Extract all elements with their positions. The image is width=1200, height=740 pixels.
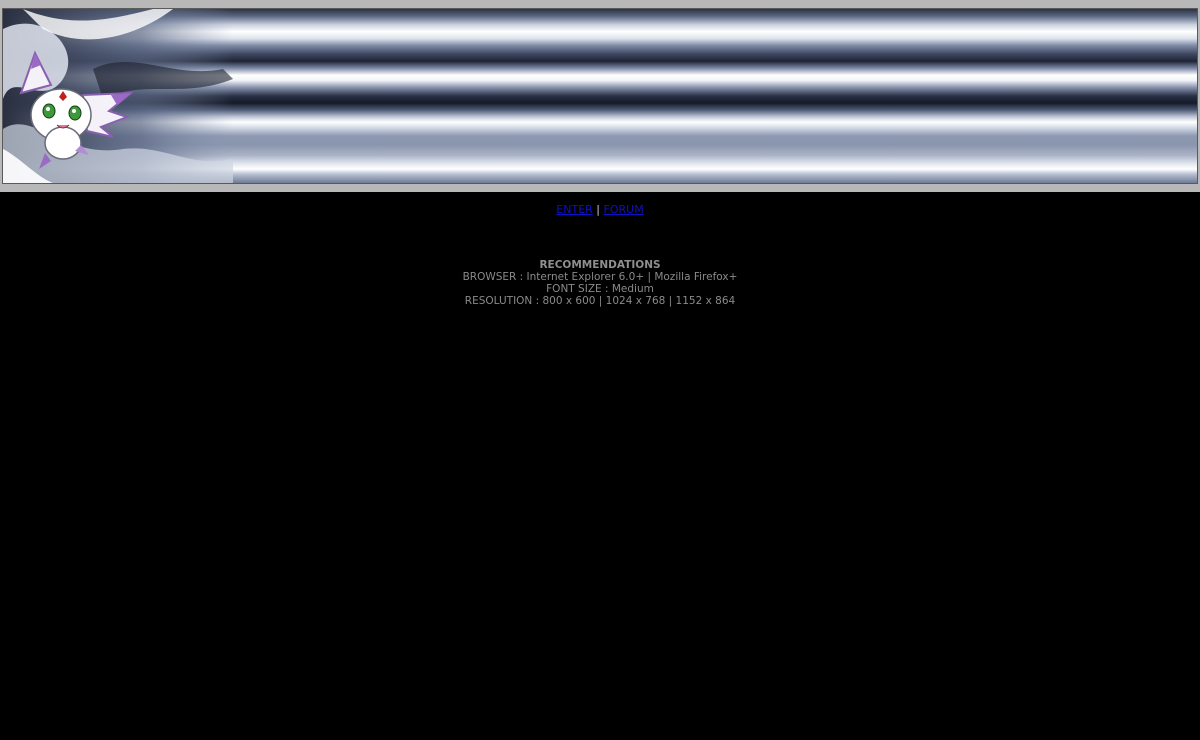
- font-size-recommendation: FONT SIZE : Medium: [546, 283, 654, 295]
- mascot-creature-icon: [19, 50, 134, 169]
- nav-separator: |: [596, 203, 601, 216]
- nav-links: ENTER | FORUM: [0, 203, 1200, 216]
- header-banner: [0, 0, 1200, 192]
- recommendations-block: RECOMMENDATIONS BROWSER : Internet Explo…: [0, 259, 1200, 307]
- forum-link[interactable]: FORUM: [604, 203, 644, 216]
- resolution-recommendation: RESOLUTION : 800 x 600 | 1024 x 768 | 11…: [464, 295, 736, 307]
- recommendations-title: RECOMMENDATIONS: [539, 259, 661, 271]
- browser-recommendation: BROWSER : Internet Explorer 6.0+ | Mozil…: [462, 271, 738, 283]
- enter-link[interactable]: ENTER: [556, 203, 593, 216]
- banner-image: [2, 8, 1198, 184]
